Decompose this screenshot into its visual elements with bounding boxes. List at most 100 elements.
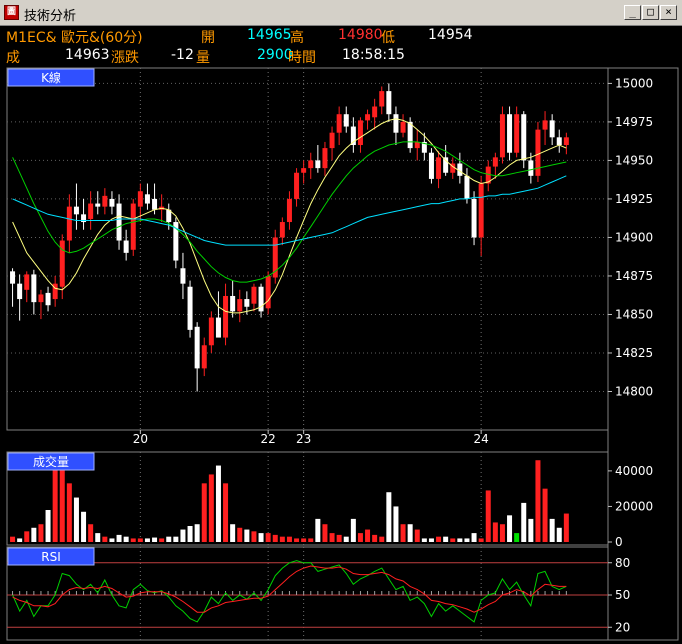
volume-bar — [223, 483, 229, 542]
kline-y-label: 14850 — [615, 307, 653, 321]
candle-body — [343, 114, 349, 127]
volume-bar — [471, 533, 477, 542]
volume-panel-label: 成交量 — [33, 454, 69, 469]
candle-body — [464, 175, 470, 199]
rsi-y-label: 80 — [615, 556, 630, 570]
candle-body — [407, 121, 413, 149]
date-label: 22 — [261, 432, 276, 446]
volume-bar — [350, 518, 356, 542]
volume-bar — [173, 536, 179, 542]
volume-bar — [17, 538, 23, 542]
candle-body — [563, 137, 569, 146]
candle-body — [109, 198, 115, 207]
volume-bar — [279, 536, 285, 542]
volume-bar — [159, 538, 165, 542]
candle-body — [400, 121, 406, 133]
volume-bar — [95, 533, 101, 542]
rsi-panel-frame — [6, 546, 609, 641]
candle-body — [414, 141, 420, 149]
candle-body — [17, 283, 23, 300]
volume-bar — [379, 536, 385, 542]
volume-bar — [414, 529, 420, 542]
volume-bar — [329, 533, 335, 542]
candle-body — [379, 91, 385, 107]
volume-bar — [66, 483, 72, 542]
candle-body — [251, 286, 257, 304]
candle-body — [208, 317, 214, 346]
volume-bar — [457, 538, 463, 542]
volume-bar — [258, 533, 264, 542]
technical-chart: 14800 14825 14850 14875 14900 14925 14950 14975… — [6, 67, 679, 641]
volume-bar — [73, 497, 79, 542]
candle-body — [443, 157, 449, 173]
volume-bar — [443, 536, 449, 542]
candle-body — [372, 106, 378, 118]
volume-bar — [201, 483, 207, 542]
candle-body — [279, 222, 285, 238]
volume-bar — [386, 492, 392, 542]
candle-body — [137, 191, 143, 207]
candle-body — [315, 160, 321, 169]
volume-bar — [208, 474, 214, 542]
volume-bar — [308, 538, 314, 542]
candle-body — [286, 198, 292, 223]
volume-bar — [265, 533, 271, 542]
candle-body — [357, 120, 363, 146]
volume-y-label: 20000 — [615, 499, 653, 513]
candle-body — [10, 271, 16, 284]
volume-bar — [322, 524, 328, 542]
candle-body — [88, 203, 94, 219]
candle-body — [144, 194, 150, 204]
candle-body — [194, 326, 200, 369]
volume-bar — [400, 524, 406, 542]
volume-bar — [152, 537, 158, 542]
date-label: 20 — [133, 432, 148, 446]
volume-bar — [251, 531, 257, 542]
volume-bar — [315, 518, 321, 542]
candle-body — [201, 345, 207, 369]
volume-bar — [180, 529, 186, 542]
volume-y-label: 40000 — [615, 464, 653, 478]
kline-y-label: 14800 — [615, 384, 653, 398]
volume-bar — [272, 534, 278, 542]
volume-bar — [102, 536, 108, 542]
volume-bar — [31, 527, 37, 542]
volume-bar — [52, 460, 58, 542]
candle-body — [336, 114, 342, 133]
candle-body — [244, 299, 250, 307]
candle-body — [436, 157, 442, 179]
volume-bar — [59, 460, 65, 542]
rsi-panel-label: RSI — [41, 550, 61, 564]
volume-bar — [137, 538, 143, 542]
volume-bar — [286, 536, 292, 542]
volume-bar — [478, 538, 484, 542]
volume-bar — [301, 538, 307, 542]
kline-y-label: 14925 — [615, 192, 653, 206]
candle-body — [38, 294, 44, 303]
volume-bar — [116, 534, 122, 542]
candle-body — [152, 198, 158, 210]
candle-body — [386, 91, 392, 115]
rsi-y-label: 50 — [615, 588, 630, 602]
candle-body — [24, 274, 30, 290]
volume-bar — [535, 460, 541, 542]
candle-body — [478, 183, 484, 238]
candle-body — [521, 114, 527, 161]
candle-body — [116, 203, 122, 241]
volume-bar — [88, 524, 94, 542]
candle-body — [329, 132, 335, 149]
kline-y-label: 14875 — [615, 269, 653, 283]
volume-bar — [166, 536, 172, 542]
kline-panel-label: K線 — [41, 70, 61, 85]
volume-bar — [244, 529, 250, 542]
candle-body — [31, 274, 37, 303]
volume-bar — [421, 538, 427, 542]
candle-body — [301, 168, 307, 173]
volume-bar — [144, 538, 150, 542]
candle-body — [95, 203, 101, 207]
kline-y-label: 15000 — [615, 76, 653, 90]
candle-body — [215, 317, 221, 338]
volume-bar — [464, 538, 470, 542]
volume-bar — [485, 490, 491, 542]
candle-body — [45, 292, 51, 306]
